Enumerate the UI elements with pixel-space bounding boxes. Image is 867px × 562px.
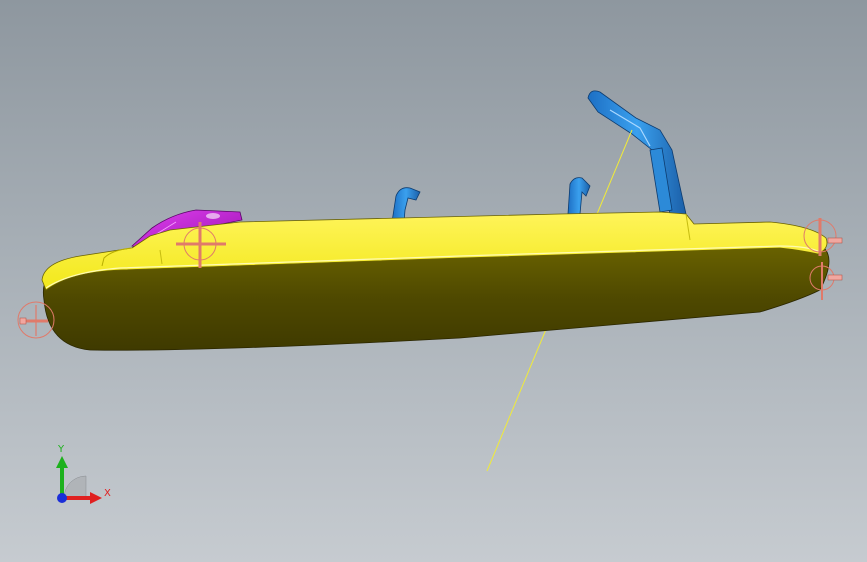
3d-viewport[interactable]: Y X — [0, 0, 867, 562]
z-axis-origin — [57, 493, 67, 503]
x-axis-label: X — [104, 488, 111, 499]
model-scene[interactable] — [0, 0, 867, 562]
support-arm-large[interactable] — [587, 90, 687, 215]
support-bracket-small-left[interactable] — [391, 187, 421, 223]
leader-line-arm — [596, 129, 633, 215]
coordinate-triad: Y X — [56, 444, 111, 504]
support-bracket-small-right[interactable] — [567, 177, 591, 215]
y-axis-label: Y — [57, 444, 65, 455]
